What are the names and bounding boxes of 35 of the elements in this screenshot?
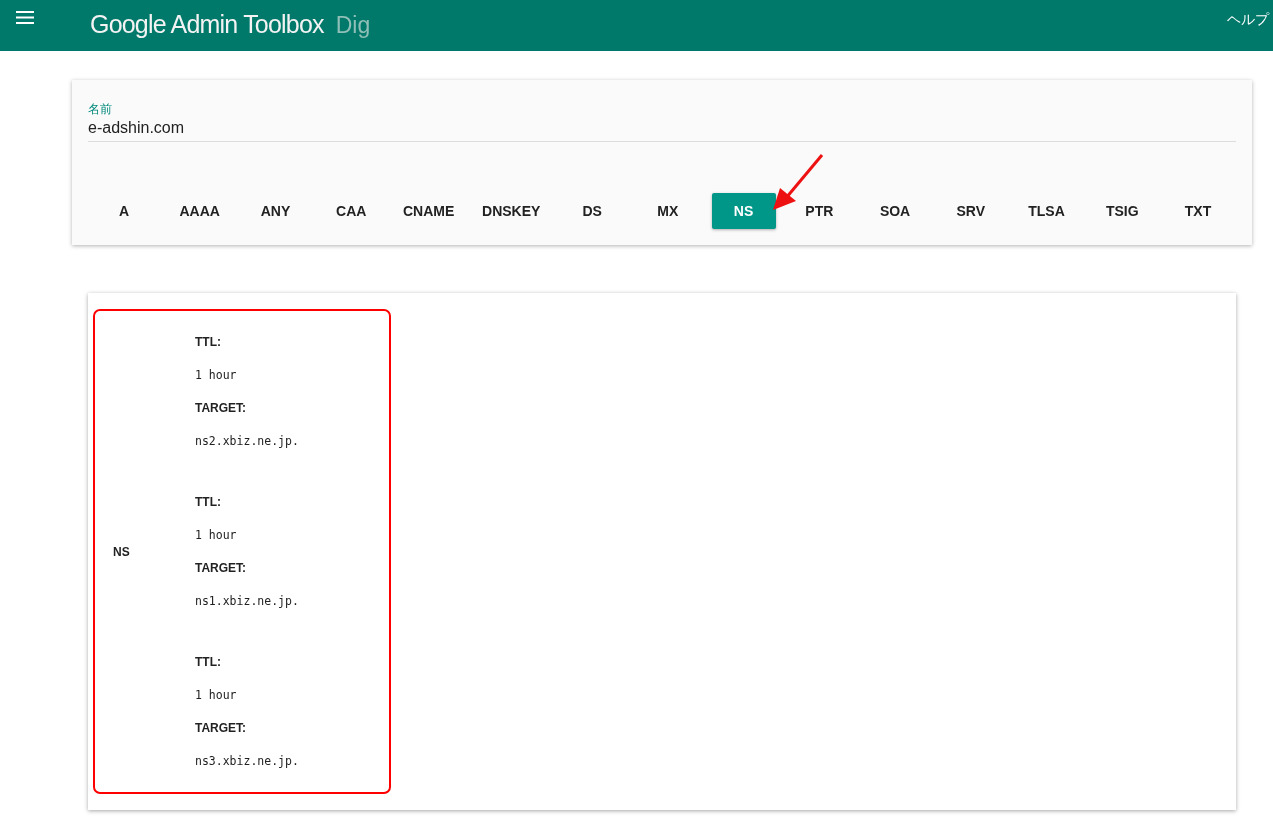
field-label: 名前 [88,101,113,118]
field-value: e-adshin.com [88,119,186,137]
record-type-label: NS [112,544,131,559]
record-type-button[interactable]: TXT [1166,193,1230,229]
record-type-button[interactable]: DNSKEY [474,193,549,229]
ttl-value: 1 hour [195,526,238,544]
target-label: TARGET: [195,719,248,737]
ttl-label: TTL: [195,333,222,351]
record-type-button[interactable]: DS [560,193,625,229]
app-title: Google Admin Toolbox [90,10,324,39]
target-value: ns2.xbiz.ne.jp. [195,432,299,450]
tool-name: Dig [335,12,371,39]
target-value: ns1.xbiz.ne.jp. [195,592,299,610]
ttl-value: 1 hour [195,366,238,384]
record-type-button[interactable]: AAAA [167,193,232,229]
help-link[interactable]: ヘルプ [1227,11,1269,29]
ttl-value: 1 hour [195,686,238,704]
record-type-button[interactable]: A [92,193,156,229]
record-type-button[interactable]: MX [635,193,700,229]
target-label: TARGET: [195,559,248,577]
target-label: TARGET: [195,399,248,417]
ttl-label: TTL: [195,493,222,511]
record-type-button[interactable]: SOA [863,193,928,229]
record-type-button[interactable]: PTR [787,193,852,229]
ttl-label: TTL: [195,653,222,671]
record-type-button[interactable]: TLSA [1014,193,1079,229]
record-type-button[interactable]: CAA [319,193,384,229]
record-type-button[interactable]: TSIG [1090,193,1155,229]
record-type-button[interactable]: CNAME [394,193,463,229]
name-field[interactable]: 名前 e-adshin.com [88,101,1236,142]
record-type-button[interactable]: NS [711,193,776,229]
menu-icon[interactable] [16,11,34,24]
record-type-button[interactable]: SRV [938,193,1003,229]
record-type-button[interactable]: ANY [243,193,308,229]
target-value: ns3.xbiz.ne.jp. [195,752,299,770]
